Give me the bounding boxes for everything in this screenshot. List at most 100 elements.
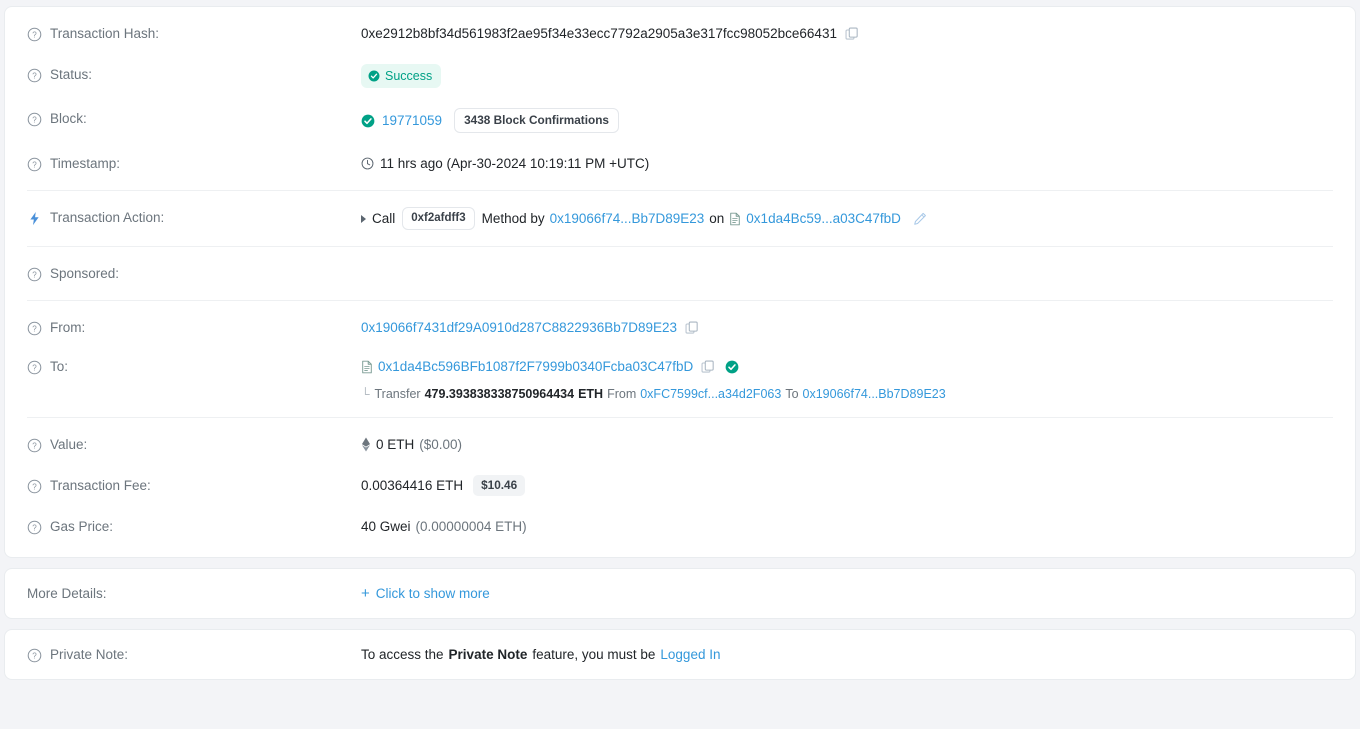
help-icon[interactable]: ? xyxy=(27,479,42,494)
value-block: 19771059 3438 Block Confirmations xyxy=(361,108,1335,133)
private-note-bold: Private Note xyxy=(448,647,528,662)
svg-text:?: ? xyxy=(32,363,37,372)
label-text: To: xyxy=(50,359,69,374)
svg-text:?: ? xyxy=(32,270,37,279)
row-more-details: More Details: + Click to show more xyxy=(5,573,1355,614)
status-badge-label: Success xyxy=(385,69,433,83)
label-text: Value: xyxy=(50,437,88,452)
show-more-button[interactable]: + Click to show more xyxy=(361,583,490,604)
call-word: Call xyxy=(372,211,396,226)
value-private-note: To access the Private Note feature, you … xyxy=(361,644,1335,665)
label-text: Transaction Action: xyxy=(50,210,165,225)
transfer-amount: 479.393838338750964434 xyxy=(424,387,575,401)
value-transaction-fee: 0.00364416 ETH $10.46 xyxy=(361,475,1335,496)
method-id-badge: 0xf2afdff3 xyxy=(402,207,475,230)
transfer-from-word: From xyxy=(607,387,637,401)
divider xyxy=(27,246,1333,247)
label-transaction-fee: ? Transaction Fee: xyxy=(27,475,361,496)
svg-text:?: ? xyxy=(32,30,37,39)
svg-text:?: ? xyxy=(32,324,37,333)
value-transaction-hash: 0xe2912b8bf34d561983f2ae95f34e33ecc7792a… xyxy=(361,23,1335,44)
ethereum-diamond-icon xyxy=(361,437,371,452)
value-transaction-action: Call 0xf2afdff3 Method by 0x19066f74...B… xyxy=(361,207,1335,230)
row-sponsored: ? Sponsored: xyxy=(5,253,1355,294)
copy-icon[interactable] xyxy=(685,321,699,335)
help-icon[interactable]: ? xyxy=(27,68,42,83)
transfer-to-link[interactable]: 0x19066f74...Bb7D89E23 xyxy=(803,385,946,403)
label-transaction-hash: ? Transaction Hash: xyxy=(27,23,361,44)
help-icon[interactable]: ? xyxy=(27,648,42,663)
expand-triangle-icon[interactable] xyxy=(361,214,366,223)
value-to: 0x1da4Bc596BFb1087f2F7999b0340Fcba03C47f… xyxy=(361,356,1335,403)
help-icon[interactable]: ? xyxy=(27,321,42,336)
method-by-text: Method by xyxy=(481,211,545,226)
help-icon[interactable]: ? xyxy=(27,360,42,375)
from-address-link[interactable]: 0x19066f7431df29A0910d287C8822936Bb7D89E… xyxy=(361,317,677,338)
transaction-overview-card: ? Transaction Hash: 0xe2912b8bf34d561983… xyxy=(4,6,1356,558)
to-address-link[interactable]: 0x1da4Bc596BFb1087f2F7999b0340Fcba03C47f… xyxy=(378,356,693,377)
block-confirmations-badge: 3438 Block Confirmations xyxy=(454,108,619,133)
to-address-line: 0x1da4Bc596BFb1087f2F7999b0340Fcba03C47f… xyxy=(361,356,1335,377)
svg-text:?: ? xyxy=(32,482,37,491)
on-word: on xyxy=(709,211,725,226)
label-status: ? Status: xyxy=(27,64,361,85)
row-transaction-fee: ? Transaction Fee: 0.00364416 ETH $10.46 xyxy=(5,465,1355,506)
copy-icon[interactable] xyxy=(845,27,859,41)
check-circle-icon xyxy=(361,114,375,128)
value-from: 0x19066f7431df29A0910d287C8822936Bb7D89E… xyxy=(361,317,1335,338)
divider xyxy=(27,300,1333,301)
logged-in-link[interactable]: Logged In xyxy=(660,644,720,665)
label-value: ? Value: xyxy=(27,434,361,455)
action-contract-link[interactable]: 0x1da4Bc59...a03C47fbD xyxy=(746,208,901,229)
label-text: Transaction Hash: xyxy=(50,26,160,41)
action-caller-link[interactable]: 0x19066f74...Bb7D89E23 xyxy=(550,208,705,229)
label-text: Sponsored: xyxy=(50,266,120,281)
label-gas-price: ? Gas Price: xyxy=(27,516,361,537)
show-more-label: Click to show more xyxy=(375,586,490,601)
tree-corner-icon: └ xyxy=(361,387,370,401)
label-timestamp: ? Timestamp: xyxy=(27,153,361,174)
help-icon[interactable]: ? xyxy=(27,267,42,282)
value-amount: 0 ETH xyxy=(376,437,415,452)
row-transaction-action: Transaction Action: Call 0xf2afdff3 Meth… xyxy=(5,197,1355,240)
help-icon[interactable]: ? xyxy=(27,27,42,42)
transfer-from-link[interactable]: 0xFC7599cf...a34d2F063 xyxy=(640,385,781,403)
svg-text:?: ? xyxy=(32,71,37,80)
block-number-link[interactable]: 19771059 xyxy=(382,110,442,131)
svg-text:?: ? xyxy=(32,651,37,660)
copy-icon[interactable] xyxy=(701,360,715,374)
label-text: Timestamp: xyxy=(50,156,121,171)
lightning-bolt-icon xyxy=(27,211,42,226)
value-status: Success xyxy=(361,64,1335,88)
divider xyxy=(27,417,1333,418)
label-text: Block: xyxy=(50,111,87,126)
label-text: Status: xyxy=(50,67,93,82)
plus-icon: + xyxy=(361,585,370,602)
value-more-details: + Click to show more xyxy=(361,583,1335,604)
label-sponsored: ? Sponsored: xyxy=(27,263,361,284)
label-transaction-action: Transaction Action: xyxy=(27,207,361,228)
gas-price-eth: (0.00000004 ETH) xyxy=(415,519,527,534)
svg-text:?: ? xyxy=(32,523,37,532)
label-text: Gas Price: xyxy=(50,519,114,534)
help-icon[interactable]: ? xyxy=(27,438,42,453)
contract-document-icon xyxy=(361,360,373,374)
label-to: ? To: xyxy=(27,356,361,377)
divider xyxy=(27,190,1333,191)
more-details-card: More Details: + Click to show more xyxy=(4,568,1356,619)
transfer-unit: ETH xyxy=(578,387,604,401)
fee-amount: 0.00364416 ETH xyxy=(361,478,464,493)
label-text: More Details: xyxy=(27,586,107,601)
timestamp-text: 11 hrs ago (Apr-30-2024 10:19:11 PM +UTC… xyxy=(380,156,650,171)
help-icon[interactable]: ? xyxy=(27,112,42,127)
clock-icon xyxy=(361,157,374,170)
help-icon[interactable]: ? xyxy=(27,520,42,535)
label-private-note: ? Private Note: xyxy=(27,644,361,665)
label-text: Private Note: xyxy=(50,647,129,662)
fee-fiat-badge: $10.46 xyxy=(473,475,526,496)
help-icon[interactable]: ? xyxy=(27,157,42,172)
label-block: ? Block: xyxy=(27,108,361,129)
edit-pencil-icon[interactable] xyxy=(913,212,927,226)
svg-text:?: ? xyxy=(32,160,37,169)
private-note-card: ? Private Note: To access the Private No… xyxy=(4,629,1356,680)
